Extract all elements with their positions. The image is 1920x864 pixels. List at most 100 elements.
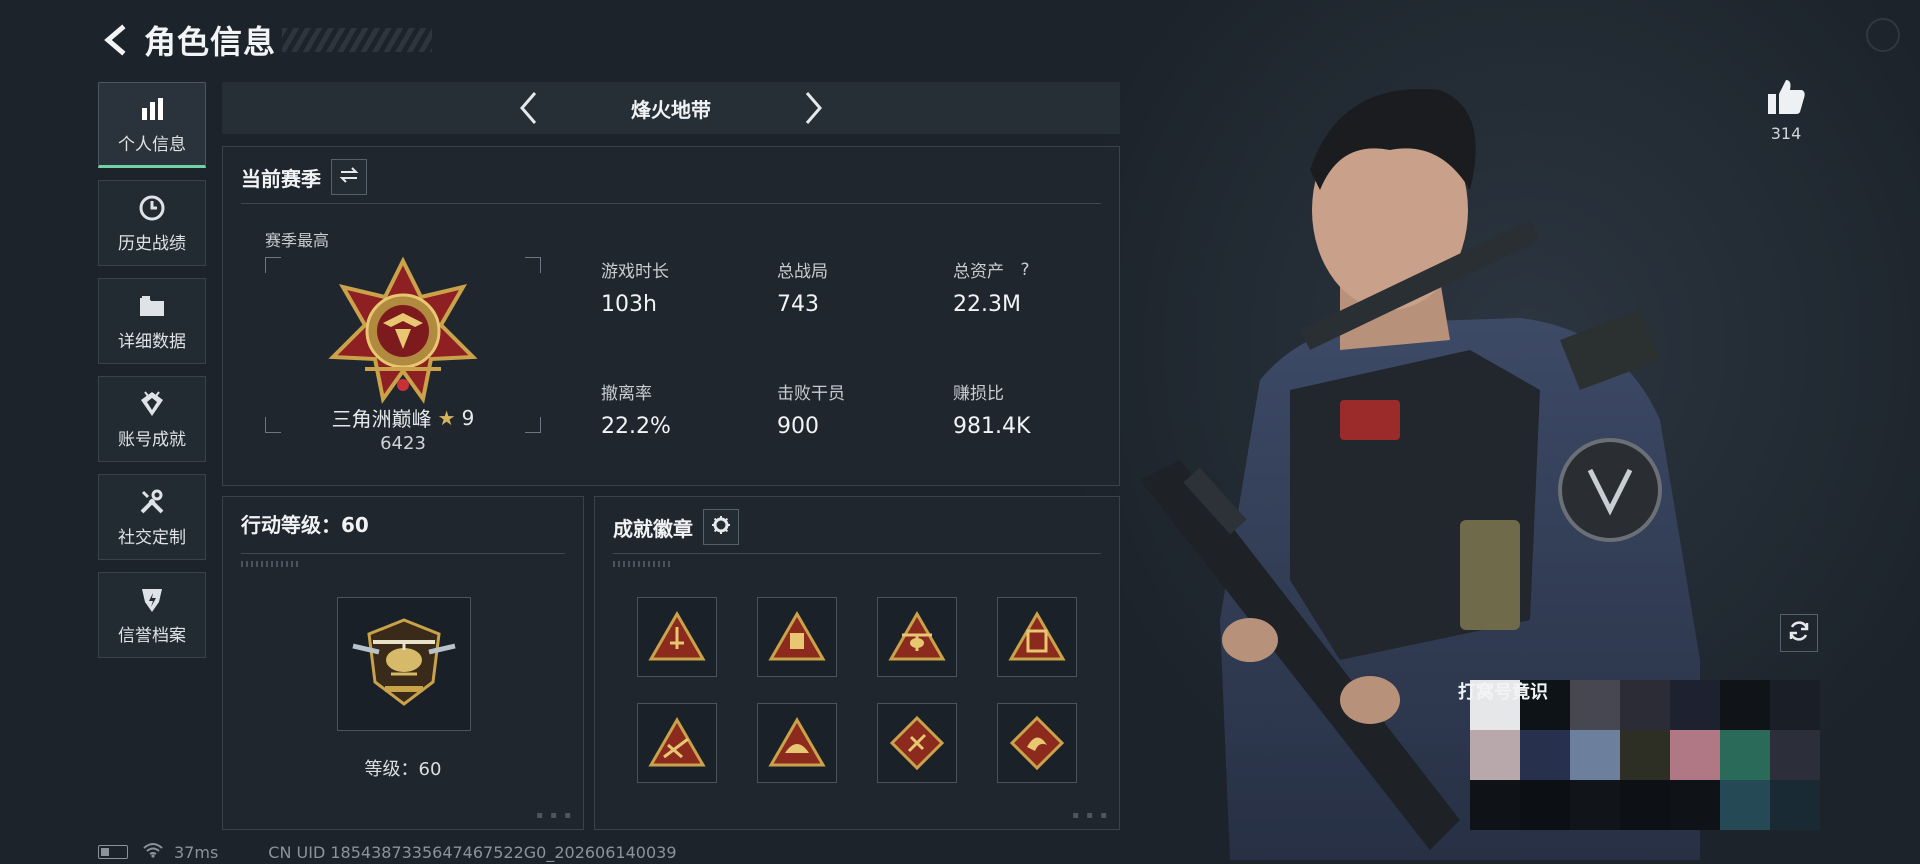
stat-extraction-rate: 撤离率 22.2%	[601, 379, 761, 439]
diamond-medal-icon	[1009, 715, 1065, 771]
back-arrow-icon[interactable]	[96, 21, 134, 59]
shield-icon	[137, 585, 167, 615]
season-title: 当前赛季	[241, 166, 321, 191]
stat-value: 103h	[601, 292, 657, 317]
divider	[241, 203, 1101, 204]
level-caption: 等级：60	[364, 759, 442, 780]
stat-play-time: 游戏时长 103h	[601, 257, 761, 317]
achievement-badge-8[interactable]	[997, 703, 1077, 783]
decoration	[613, 561, 673, 567]
stat-total-assets: 总资产 ? 22.3M	[953, 257, 1113, 318]
sidebar-item-personal-info[interactable]: 个人信息	[98, 82, 206, 168]
sidebar-item-detailed-data[interactable]: 详细数据	[98, 278, 206, 364]
sidebar-item-reputation[interactable]: 信誉档案	[98, 572, 206, 658]
mode-title: 烽火地带	[631, 97, 711, 122]
divider	[241, 553, 565, 554]
decoration: ▪ ▪ ▪	[536, 810, 573, 821]
stat-value: 22.2%	[601, 414, 671, 439]
gear-icon	[711, 515, 731, 539]
stat-label: 总资产	[953, 262, 1004, 282]
rank-emblem-icon	[325, 256, 481, 407]
help-icon[interactable]: ?	[1014, 259, 1036, 281]
rank-name: 三角洲巅峰	[331, 407, 432, 431]
achievement-badge-2[interactable]	[757, 597, 837, 677]
achievements-settings-button[interactable]	[703, 509, 739, 545]
swap-arrows-icon	[339, 167, 359, 187]
wifi-icon	[142, 842, 164, 862]
page-header: 角色信息	[96, 18, 433, 62]
swap-season-button[interactable]	[331, 159, 367, 195]
level-badge[interactable]	[337, 597, 471, 731]
sidebar-item-social[interactable]: 社交定制	[98, 474, 206, 560]
title-decoration	[282, 28, 433, 52]
like-count: 314	[1770, 124, 1802, 143]
triangle-medal-icon	[768, 717, 826, 767]
stat-operators-defeated: 击败干员 900	[777, 379, 937, 439]
status-bar: 37ms CN UID 1854387335647467522G0_202606…	[98, 842, 677, 862]
bar-chart-icon	[137, 94, 167, 124]
triangle-medal-icon	[768, 611, 826, 661]
clock-history-icon	[137, 193, 167, 223]
stat-value: 743	[777, 292, 819, 317]
achievements-panel: 成就徽章 ▪ ▪ ▪	[594, 496, 1120, 830]
stat-value: 900	[777, 414, 819, 439]
rank-score: 6423	[380, 433, 426, 454]
sidebar-item-label: 个人信息	[118, 134, 186, 155]
achievement-badge-6[interactable]	[757, 703, 837, 783]
achievement-badge-5[interactable]	[637, 703, 717, 783]
chevron-right-icon[interactable]	[796, 88, 832, 128]
rank-stars: 9	[461, 405, 475, 430]
achievement-badge-7[interactable]	[877, 703, 957, 783]
settings-ring-icon[interactable]	[1866, 18, 1900, 52]
season-panel: 当前赛季 赛季最高 三角洲巅峰 ★ 9 6423 游戏时长 103h 总战局 7…	[222, 146, 1120, 486]
triangle-medal-icon	[648, 717, 706, 767]
stat-label: 赚损比	[953, 384, 1004, 404]
sidebar-item-label: 详细数据	[118, 331, 186, 352]
stat-total-matches: 总战局 743	[777, 257, 937, 317]
achievement-badge-1[interactable]	[637, 597, 717, 677]
achievement-badge-4[interactable]	[997, 597, 1077, 677]
sidebar-item-achievements[interactable]: 账号成就	[98, 376, 206, 462]
stat-label: 总战局	[777, 262, 828, 282]
sidebar-item-label: 历史战绩	[118, 233, 186, 254]
achievement-grid	[637, 597, 1077, 783]
mode-selector: 烽火地带	[222, 82, 1120, 134]
triangle-medal-icon	[1008, 611, 1066, 661]
helicopter-badge-icon	[349, 612, 459, 716]
triangle-medal-icon	[648, 611, 706, 661]
user-uid: CN UID 1854387335647467522G0_20260614003…	[268, 842, 677, 862]
like-button[interactable]: 314	[1762, 78, 1810, 143]
chevron-left-icon[interactable]	[510, 88, 546, 128]
refresh-icon	[1787, 619, 1811, 647]
sidebar: 个人信息 历史战绩 详细数据 账号成就 社交定制 信誉档案	[98, 82, 206, 670]
ping-value: 37ms	[174, 842, 219, 862]
stat-value: 981.4K	[953, 414, 1031, 439]
decoration	[241, 561, 301, 567]
watermark-label: 打窝号竟识	[1458, 682, 1548, 703]
rank-name-row: 三角洲巅峰 ★ 9	[223, 403, 583, 432]
sidebar-item-label: 账号成就	[118, 429, 186, 450]
triangle-medal-icon	[888, 611, 946, 661]
tools-icon	[137, 487, 167, 517]
star-icon: ★	[437, 405, 456, 430]
battery-icon	[98, 845, 128, 859]
action-level-title: 行动等级：60	[241, 513, 369, 537]
divider	[613, 553, 1101, 554]
achievement-badge-icon	[137, 389, 167, 419]
sidebar-item-history[interactable]: 历史战绩	[98, 180, 206, 266]
sidebar-item-label: 信誉档案	[118, 625, 186, 646]
rotate-model-button[interactable]	[1780, 614, 1818, 652]
stat-value: 22.3M	[953, 292, 1021, 317]
thumbs-up-icon	[1766, 80, 1806, 120]
decoration: ▪ ▪ ▪	[1072, 810, 1109, 821]
stat-profit-ratio: 赚损比 981.4K	[953, 379, 1113, 439]
sidebar-item-label: 社交定制	[118, 527, 186, 548]
action-level-panel: 行动等级：60 等级：60 ▪ ▪ ▪	[222, 496, 584, 830]
diamond-medal-icon	[889, 715, 945, 771]
pixelated-overlay	[1470, 680, 1824, 864]
achievement-badge-3[interactable]	[877, 597, 957, 677]
folder-icon	[137, 291, 167, 321]
stat-label: 游戏时长	[601, 262, 669, 282]
achievements-title: 成就徽章	[613, 516, 693, 541]
season-best-label: 赛季最高	[265, 231, 330, 250]
